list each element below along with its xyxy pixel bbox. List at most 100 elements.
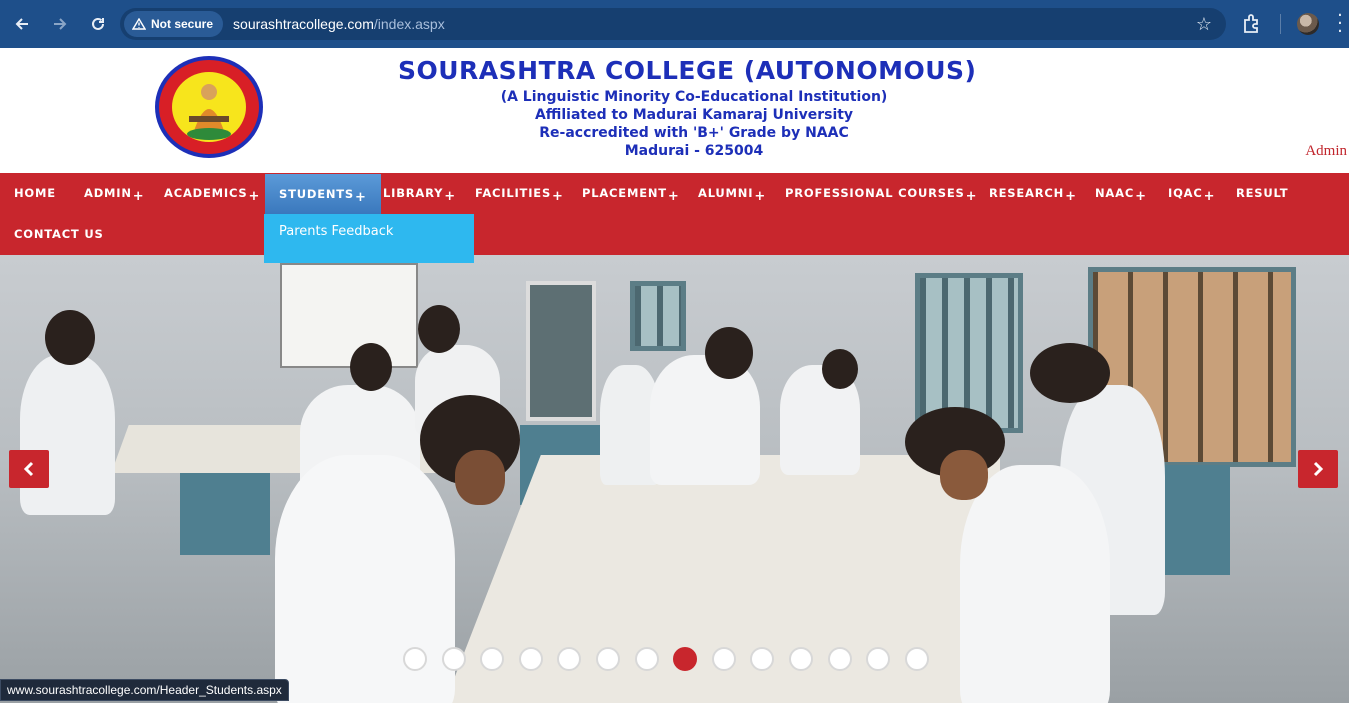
- chevron-left-icon: [23, 461, 34, 477]
- nav-label: ACADEMICS: [164, 186, 248, 200]
- nav-home[interactable]: HOME: [14, 173, 56, 213]
- student-head: [1030, 343, 1110, 403]
- security-chip[interactable]: Not secure: [124, 11, 224, 37]
- student-face: [455, 450, 505, 505]
- nav-students[interactable]: STUDENTS +: [265, 174, 381, 214]
- url-text: sourashtracollege.com/index.aspx: [233, 16, 445, 32]
- slider-dot[interactable]: [711, 647, 736, 671]
- whiteboard: [280, 263, 418, 368]
- student-head: [418, 305, 460, 353]
- nav-label: HOME: [14, 186, 56, 200]
- student-figure: [650, 355, 760, 485]
- subtitle-line: Re-accredited with 'B+' Grade by NAAC: [539, 125, 849, 141]
- plus-icon: +: [667, 188, 680, 204]
- plus-icon: +: [754, 188, 767, 204]
- menu-kebab-icon[interactable]: · · ·: [1335, 7, 1345, 41]
- link-status-bar: www.sourashtracollege.com/Header_Student…: [0, 679, 289, 701]
- nav-label: FACILITIES: [475, 186, 552, 200]
- slider-dot[interactable]: [403, 647, 427, 671]
- plus-icon: +: [1135, 188, 1147, 204]
- college-subtitle-block: (A Linguistic Minority Co-Educational In…: [494, 88, 894, 160]
- url-path: /index.aspx: [373, 16, 445, 32]
- student-head: [350, 343, 392, 391]
- nav-label: PLACEMENT: [582, 186, 667, 200]
- subtitle-line: Madurai - 625004: [624, 143, 764, 159]
- nav-label: PROFESSIONAL COURSES: [785, 186, 965, 200]
- slider-prev-button[interactable]: [9, 450, 49, 488]
- security-label: Not secure: [151, 17, 214, 31]
- nav-library[interactable]: LIBRARY +: [383, 173, 456, 213]
- back-arrow-icon: [15, 18, 28, 30]
- subtitle-line: (A Linguistic Minority Co-Educational In…: [500, 89, 888, 105]
- dropdown-item-parents-feedback[interactable]: Parents Feedback: [279, 224, 459, 239]
- slider-dot[interactable]: [788, 647, 813, 671]
- slider-dot[interactable]: [673, 647, 698, 671]
- main-nav: HOME ADMIN + ACADEMICS + STUDENTS + LIBRARY…: [0, 173, 1349, 255]
- slider-dot[interactable]: [441, 647, 466, 671]
- reload-icon: [92, 17, 104, 30]
- slider-dot[interactable]: [866, 647, 891, 671]
- site-header: SOURASHTRA COLLEGE (AUTONOMOUS) (A Lingu…: [0, 48, 1349, 173]
- nav-result[interactable]: RESULT: [1236, 173, 1288, 213]
- nav-academics[interactable]: ACADEMICS +: [164, 173, 260, 213]
- college-title: SOURASHTRA COLLEGE (AUTONOMOUS): [398, 56, 977, 85]
- subtitle-line: Affiliated to Madurai Kamaraj University: [534, 107, 854, 123]
- plus-icon: +: [132, 188, 145, 204]
- nav-research[interactable]: RESEARCH +: [989, 173, 1077, 213]
- slider-dot[interactable]: [557, 647, 582, 671]
- forward-button[interactable]: [42, 6, 78, 42]
- bookmark-star-icon[interactable]: ☆: [1196, 14, 1212, 35]
- plus-icon: +: [1203, 188, 1216, 204]
- plus-icon: +: [248, 188, 261, 204]
- nav-label: NAAC: [1095, 186, 1135, 200]
- slider-dot[interactable]: [480, 647, 505, 671]
- window: [630, 281, 686, 351]
- nav-label: ADMIN: [84, 186, 132, 200]
- toolbar-separator: [1280, 14, 1281, 34]
- student-figure: [20, 355, 115, 515]
- student-head: [705, 327, 753, 379]
- nav-contact-us[interactable]: CONTACT US: [14, 214, 104, 254]
- nav-label: IQAC: [1168, 186, 1203, 200]
- slider-dot[interactable]: [750, 647, 775, 671]
- hero-slide-image: [0, 255, 1349, 703]
- nav-professional-courses[interactable]: PROFESSIONAL COURSES +: [785, 173, 977, 213]
- lab-door: [526, 281, 596, 421]
- plus-icon: +: [965, 188, 978, 204]
- slider-dot[interactable]: [518, 647, 543, 671]
- browser-toolbar: Not secure sourashtracollege.com/index.a…: [0, 0, 1349, 48]
- students-dropdown-menu: Parents Feedback: [264, 214, 474, 263]
- nav-admin[interactable]: ADMIN +: [84, 173, 145, 213]
- student-head: [45, 310, 95, 365]
- slider-dot[interactable]: [827, 647, 852, 671]
- college-logo[interactable]: [153, 54, 265, 160]
- plus-icon: +: [552, 188, 564, 204]
- nav-label: CONTACT US: [14, 227, 104, 241]
- slider-dot[interactable]: [634, 647, 659, 671]
- address-bar[interactable]: Not secure sourashtracollege.com/index.a…: [120, 8, 1226, 40]
- admin-link[interactable]: Admin: [1305, 143, 1347, 160]
- chevron-right-icon: [1313, 461, 1324, 477]
- reload-button[interactable]: [80, 6, 116, 42]
- nav-naac[interactable]: NAAC +: [1095, 173, 1147, 213]
- forward-arrow-icon: [54, 18, 67, 30]
- nav-alumni[interactable]: ALUMNI +: [698, 173, 766, 213]
- nav-iqac[interactable]: IQAC +: [1168, 173, 1215, 213]
- plus-icon: +: [355, 189, 367, 205]
- slider-next-button[interactable]: [1298, 450, 1338, 488]
- slider-dot[interactable]: [595, 647, 620, 671]
- nav-facilities[interactable]: FACILITIES +: [475, 173, 564, 213]
- profile-avatar[interactable]: [1297, 13, 1319, 35]
- nav-label: STUDENTS: [279, 187, 355, 201]
- nav-placement[interactable]: PLACEMENT +: [582, 173, 680, 213]
- student-figure: [960, 465, 1110, 703]
- nav-label: RESEARCH: [989, 186, 1065, 200]
- back-button[interactable]: [4, 6, 40, 42]
- warning-icon: [132, 18, 146, 30]
- plus-icon: +: [444, 188, 456, 204]
- slider-dot[interactable]: [904, 647, 929, 671]
- plus-icon: +: [1065, 188, 1077, 204]
- extensions-icon[interactable]: [1240, 12, 1264, 36]
- student-head: [822, 349, 858, 389]
- student-face: [940, 450, 988, 500]
